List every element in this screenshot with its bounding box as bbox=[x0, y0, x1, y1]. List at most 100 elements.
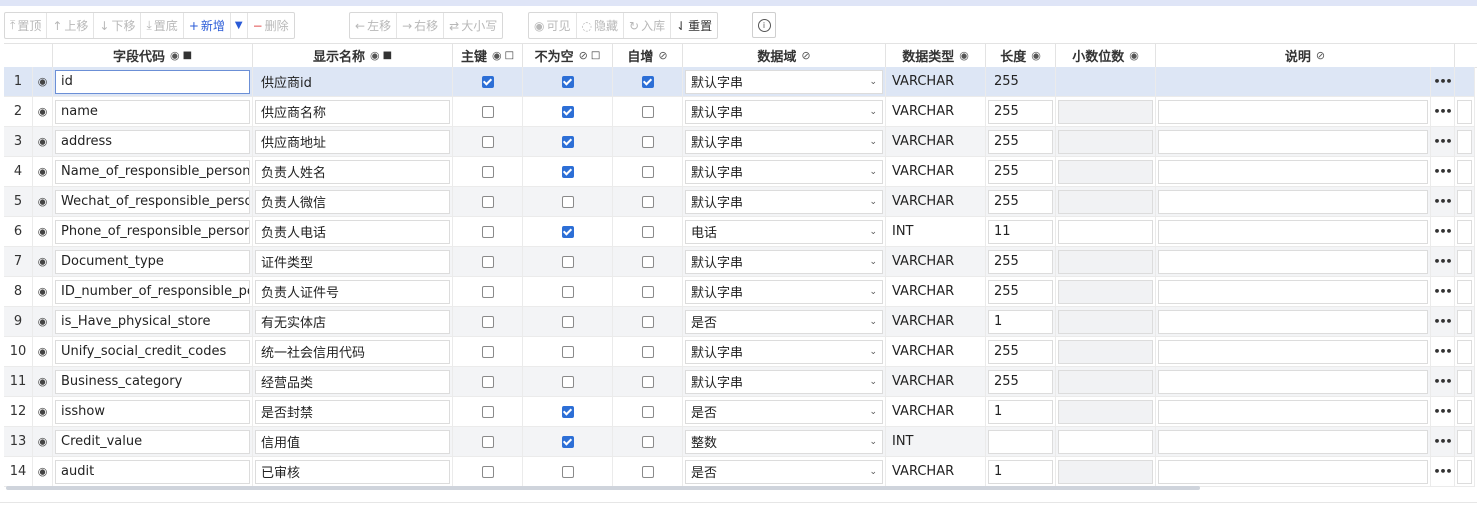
domain-select[interactable]: 默认字串 ⌄ bbox=[685, 279, 883, 304]
table-row[interactable]: 12 ◉ isshow 是否封禁 是否 ⌄ VARCHAR 1 ••• bbox=[4, 397, 1475, 427]
not-null-checkbox[interactable] bbox=[561, 405, 574, 418]
pk-checkbox[interactable] bbox=[481, 435, 494, 448]
domain-select[interactable]: 默认字串 ⌄ bbox=[685, 129, 883, 154]
not-null-checkbox[interactable] bbox=[561, 435, 574, 448]
auto-inc-checkbox[interactable] bbox=[641, 435, 654, 448]
field-code-input[interactable]: Name_of_responsible_person bbox=[55, 159, 250, 184]
tail-input[interactable] bbox=[1457, 429, 1472, 454]
pk-checkbox[interactable] bbox=[481, 465, 494, 478]
pk-checkbox[interactable] bbox=[481, 285, 494, 298]
desc-input[interactable] bbox=[1158, 459, 1428, 484]
length-input[interactable] bbox=[988, 429, 1053, 454]
not-null-checkbox[interactable] bbox=[561, 465, 574, 478]
data-type-cell[interactable]: VARCHAR bbox=[886, 187, 986, 216]
data-type-cell[interactable]: VARCHAR bbox=[886, 157, 986, 186]
field-code-input[interactable]: Document_type bbox=[55, 249, 250, 274]
auto-inc-checkbox[interactable] bbox=[641, 225, 654, 238]
desc-input[interactable] bbox=[1158, 189, 1428, 214]
eye-icon[interactable]: ◉ bbox=[33, 337, 53, 366]
display-name-input[interactable]: 统一社会信用代码 bbox=[255, 339, 450, 364]
table-row[interactable]: 13 ◉ Credit_value 信用值 整数 ⌄ INT ••• bbox=[4, 427, 1475, 457]
header-domain[interactable]: 数据域 ⊘ bbox=[683, 44, 886, 67]
field-code-input[interactable]: Phone_of_responsible_person bbox=[55, 219, 250, 244]
decimals-input[interactable] bbox=[1058, 309, 1153, 334]
table-row[interactable]: 10 ◉ Unify_social_credit_codes 统一社会信用代码 默认字串… bbox=[4, 337, 1475, 367]
domain-select[interactable]: 是否 ⌄ bbox=[685, 399, 883, 424]
data-type-cell[interactable]: VARCHAR bbox=[886, 307, 986, 336]
eye-icon[interactable]: ◉ bbox=[33, 187, 53, 216]
tail-input[interactable] bbox=[1457, 459, 1472, 484]
display-name-input[interactable]: 供应商名称 bbox=[255, 99, 450, 124]
desc-input[interactable] bbox=[1158, 219, 1428, 244]
pk-checkbox[interactable] bbox=[481, 405, 494, 418]
desc-input[interactable] bbox=[1158, 309, 1428, 334]
eye-icon[interactable]: ◉ bbox=[33, 367, 53, 396]
domain-select[interactable]: 默认字串 ⌄ bbox=[685, 189, 883, 214]
tail-input[interactable] bbox=[1457, 70, 1472, 94]
header-pk[interactable]: 主键 ◉ □ bbox=[453, 44, 523, 67]
header-not-null[interactable]: 不为空 ⊘ □ bbox=[523, 44, 613, 67]
more-icon[interactable]: ••• bbox=[1431, 307, 1455, 336]
tail-input[interactable] bbox=[1457, 99, 1472, 124]
more-icon[interactable]: ••• bbox=[1431, 187, 1455, 216]
domain-select[interactable]: 是否 ⌄ bbox=[685, 309, 883, 334]
table-row[interactable]: 5 ◉ Wechat_of_responsible_person 负责人微信 默认字串 ⌄… bbox=[4, 187, 1475, 217]
table-row[interactable]: 6 ◉ Phone_of_responsible_person 负责人电话 电话 ⌄ INT… bbox=[4, 217, 1475, 247]
more-icon[interactable]: ••• bbox=[1431, 217, 1455, 246]
decimals-input[interactable] bbox=[1058, 369, 1153, 394]
data-type-cell[interactable]: VARCHAR bbox=[886, 337, 986, 366]
domain-select[interactable]: 电话 ⌄ bbox=[685, 219, 883, 244]
domain-select[interactable]: 默认字串 ⌄ bbox=[685, 249, 883, 274]
decimals-input[interactable] bbox=[1058, 99, 1153, 124]
length-input[interactable]: 1 bbox=[988, 399, 1053, 424]
field-code-input[interactable]: name bbox=[55, 99, 250, 124]
not-null-checkbox[interactable] bbox=[561, 375, 574, 388]
table-row[interactable]: 7 ◉ Document_type 证件类型 默认字串 ⌄ VARCHAR 255 ••• bbox=[4, 247, 1475, 277]
tail-input[interactable] bbox=[1457, 339, 1472, 364]
pk-checkbox[interactable] bbox=[481, 165, 494, 178]
header-decimals[interactable]: 小数位数 ◉ bbox=[1056, 44, 1156, 67]
table-row[interactable]: 14 ◉ audit 已审核 是否 ⌄ VARCHAR 1 ••• bbox=[4, 457, 1475, 487]
decimals-input[interactable] bbox=[1058, 399, 1153, 424]
decimals-input[interactable] bbox=[1058, 279, 1153, 304]
add-dropdown-button[interactable]: ▼ bbox=[231, 13, 248, 38]
length-input[interactable]: 255 bbox=[988, 70, 1053, 94]
desc-input[interactable] bbox=[1158, 279, 1428, 304]
domain-select[interactable]: 默认字串 ⌄ bbox=[685, 99, 883, 124]
domain-select[interactable]: 整数 ⌄ bbox=[685, 429, 883, 454]
desc-input[interactable] bbox=[1158, 339, 1428, 364]
length-input[interactable]: 255 bbox=[988, 339, 1053, 364]
table-row[interactable]: 11 ◉ Business_category 经营品类 默认字串 ⌄ VARCHAR 255 •… bbox=[4, 367, 1475, 397]
pk-checkbox[interactable] bbox=[481, 315, 494, 328]
shift-right-button[interactable]: → 右移 bbox=[397, 13, 445, 38]
desc-input[interactable] bbox=[1158, 429, 1428, 454]
data-type-cell[interactable]: VARCHAR bbox=[886, 397, 986, 426]
not-null-checkbox[interactable] bbox=[561, 315, 574, 328]
more-icon[interactable]: ••• bbox=[1431, 397, 1455, 426]
data-type-cell[interactable]: VARCHAR bbox=[886, 97, 986, 126]
length-input[interactable]: 255 bbox=[988, 249, 1053, 274]
add-button[interactable]: + 新增 bbox=[184, 13, 231, 38]
visible-button[interactable]: ◉ 可见 bbox=[529, 13, 577, 38]
length-input[interactable]: 1 bbox=[988, 459, 1053, 484]
case-button[interactable]: ⇄ 大小写 bbox=[444, 13, 502, 38]
length-input[interactable]: 255 bbox=[988, 99, 1053, 124]
decimals-input[interactable] bbox=[1058, 70, 1153, 94]
auto-inc-checkbox[interactable] bbox=[641, 75, 654, 88]
display-name-input[interactable]: 经营品类 bbox=[255, 369, 450, 394]
display-name-input[interactable]: 负责人证件号 bbox=[255, 279, 450, 304]
desc-input[interactable] bbox=[1158, 369, 1428, 394]
data-type-cell[interactable]: VARCHAR bbox=[886, 247, 986, 276]
field-code-input[interactable]: id bbox=[55, 69, 250, 94]
header-length[interactable]: 长度 ◉ bbox=[986, 44, 1056, 67]
eye-icon[interactable]: ◉ bbox=[33, 67, 53, 96]
decimals-input[interactable] bbox=[1058, 459, 1153, 484]
auto-inc-checkbox[interactable] bbox=[641, 195, 654, 208]
tail-input[interactable] bbox=[1457, 249, 1472, 274]
header-display[interactable]: 显示名称 ◉ ■ bbox=[253, 44, 453, 67]
auto-inc-checkbox[interactable] bbox=[641, 315, 654, 328]
not-null-checkbox[interactable] bbox=[561, 345, 574, 358]
tail-input[interactable] bbox=[1457, 309, 1472, 334]
not-null-checkbox[interactable] bbox=[561, 255, 574, 268]
display-name-input[interactable]: 有无实体店 bbox=[255, 309, 450, 334]
